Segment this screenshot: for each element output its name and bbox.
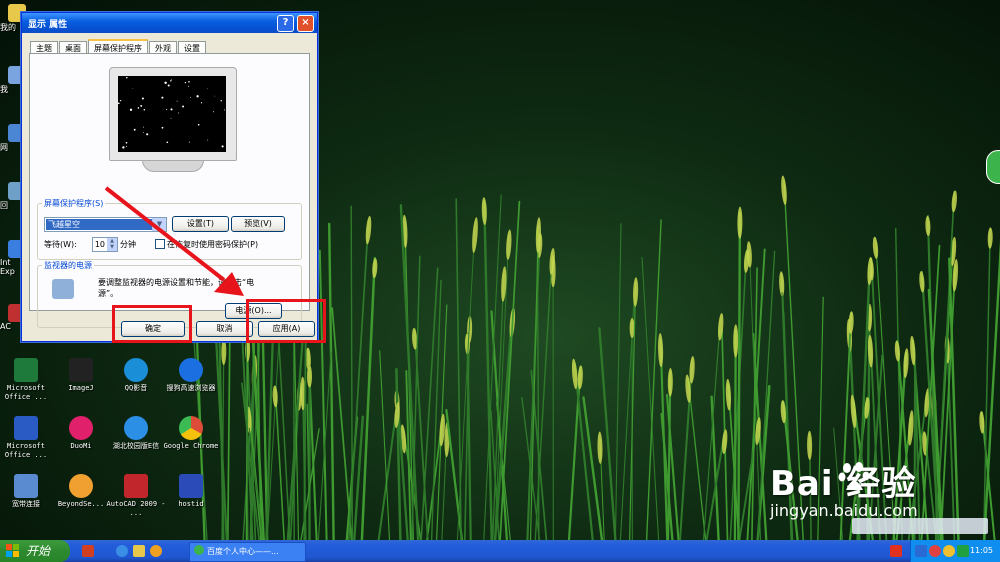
title-bar[interactable]: 显示 属性 ? × bbox=[22, 13, 317, 33]
desktop-icon-label: Microsoft Office ... bbox=[4, 384, 48, 401]
taskbar-clock: 11:05 bbox=[969, 546, 993, 555]
cancel-button[interactable]: 取消 bbox=[196, 321, 253, 337]
campus-net-icon bbox=[124, 416, 148, 440]
wait-minutes-value: 10 bbox=[94, 240, 105, 249]
monitor-bezel bbox=[109, 67, 237, 161]
baidu-paw-icon bbox=[838, 462, 870, 490]
desktop-icon-google-chrome[interactable]: Google Chrome bbox=[161, 416, 221, 451]
tray-sogou-icon[interactable] bbox=[890, 545, 902, 557]
quicklaunch-ie-icon[interactable] bbox=[116, 545, 128, 557]
wait-label: 等待(W): bbox=[44, 240, 77, 249]
preview-button[interactable]: 预览(V) bbox=[231, 216, 285, 232]
taskbar-task-button[interactable]: 百度个人中心——... bbox=[189, 542, 306, 562]
desktop-icon-label: ImageJ bbox=[68, 384, 94, 392]
hostid-icon bbox=[179, 474, 203, 498]
baidu-jingyan-watermark: Bai 经验 jingyan.baidu.com bbox=[770, 456, 918, 520]
desktop-icon-broadband[interactable]: 宽带连接 bbox=[0, 474, 56, 509]
monitor-stand bbox=[142, 160, 204, 172]
desktop-icon-ms-office-excel[interactable]: Microsoft Office ... bbox=[0, 358, 56, 402]
tray-network-icon[interactable] bbox=[957, 545, 969, 557]
ok-button-highlight bbox=[112, 305, 192, 343]
display-properties-dialog: 显示 属性 ? × 主题 桌面 屏幕保护程序 外观 设置 屏幕保护程序(S) 飞… bbox=[21, 12, 318, 342]
desktop-icon-label: hostid bbox=[178, 500, 204, 508]
tab-strip: 主题 桌面 屏幕保护程序 外观 设置 bbox=[30, 39, 207, 56]
desktop-icon-sogou-browser[interactable]: 搜狗高速浏览器 bbox=[161, 358, 221, 393]
desktop-icon-autocad[interactable]: AutoCAD 2009 - ... bbox=[106, 474, 166, 518]
screensaver-group: 屏幕保护程序(S) 飞越星空 ▼ 设置(T) 预览(V) 等待(W): 10 ▲… bbox=[37, 198, 302, 260]
sogou-icon bbox=[179, 358, 203, 382]
password-label: 在恢复时使用密码保护(P) bbox=[167, 240, 259, 249]
close-button[interactable]: × bbox=[297, 14, 314, 32]
task-app-icon bbox=[194, 545, 204, 555]
tray-arrow-icon[interactable] bbox=[915, 545, 927, 557]
wait-minutes-spinner[interactable]: 10 ▲ ▼ bbox=[92, 237, 118, 252]
desktop-icon-label: AC bbox=[0, 322, 11, 331]
screensaver-legend: 屏幕保护程序(S) bbox=[44, 199, 104, 208]
desktop-icon-label: Microsoft Office ... bbox=[4, 442, 48, 459]
quicklaunch-folder-icon[interactable] bbox=[133, 545, 145, 557]
desktop-icon-label: BeyondSe... bbox=[57, 500, 105, 508]
chrome-icon bbox=[179, 416, 203, 440]
desktop-icon-qqyingyin[interactable]: QQ影音 bbox=[106, 358, 166, 393]
windows-logo-icon bbox=[6, 544, 19, 557]
start-label: 开始 bbox=[26, 544, 51, 558]
screensaver-selected-value: 飞越星空 bbox=[46, 219, 153, 230]
word-icon bbox=[14, 416, 38, 440]
settings-button[interactable]: 设置(T) bbox=[172, 216, 229, 232]
apply-button-highlight bbox=[246, 299, 326, 343]
desktop-icon-label: 搜狗高速浏览器 bbox=[166, 384, 216, 392]
broadband-icon bbox=[14, 474, 38, 498]
desktop-icon-label: AutoCAD 2009 - ... bbox=[106, 500, 166, 517]
autocad-icon bbox=[124, 474, 148, 498]
task-label: 百度个人中心——... bbox=[207, 547, 279, 556]
desktop-icon-label: DuoMi bbox=[70, 442, 92, 450]
dialog-title: 显示 属性 bbox=[28, 19, 68, 30]
desktop-icon-label: Int Exp bbox=[0, 258, 15, 276]
help-button[interactable]: ? bbox=[277, 14, 294, 32]
taskbar: 开始 百度个人中心——... 11:05 bbox=[0, 540, 1000, 562]
beyondsee-icon bbox=[69, 474, 93, 498]
screensaver-preview-screen bbox=[118, 76, 226, 152]
excel-icon bbox=[14, 358, 38, 382]
duomi-icon bbox=[69, 416, 93, 440]
desktop-icon-ms-office-word[interactable]: Microsoft Office ... bbox=[0, 416, 56, 460]
power-description-line2: 源”。 bbox=[98, 289, 119, 298]
desktop-icon-label: Google Chrome bbox=[163, 442, 219, 450]
system-tray: 11:05 bbox=[910, 540, 1000, 562]
desktop-icon-label: 回 bbox=[0, 201, 8, 210]
minutes-label: 分钟 bbox=[120, 240, 136, 249]
chevron-down-icon[interactable]: ▼ bbox=[152, 218, 166, 231]
desktop-icon-duomi[interactable]: DuoMi bbox=[51, 416, 111, 451]
screensaver-select[interactable]: 飞越星空 ▼ bbox=[44, 217, 167, 232]
start-button[interactable]: 开始 bbox=[0, 540, 70, 562]
floating-toolbar bbox=[852, 518, 988, 534]
power-description-line1: 要调整监视器的电源设置和节能，请单击“电 bbox=[98, 278, 255, 287]
quicklaunch-browser-icon[interactable] bbox=[150, 545, 162, 557]
tray-qq-icon[interactable] bbox=[929, 545, 941, 557]
desktop-icon-hostid[interactable]: hostid bbox=[161, 474, 221, 509]
spinner-arrows-icon[interactable]: ▲ ▼ bbox=[107, 238, 117, 251]
monitor-preview bbox=[109, 67, 237, 174]
qqyingyin-icon bbox=[124, 358, 148, 382]
desktop-icon-label: 宽带连接 bbox=[12, 500, 40, 508]
desktop-icon-label: 我的 bbox=[0, 23, 16, 32]
energy-icon bbox=[52, 279, 74, 299]
desktop-icon-label: 我 bbox=[0, 85, 8, 94]
floating-widget[interactable] bbox=[986, 150, 1000, 184]
desktop-icon-label: QQ影音 bbox=[124, 384, 148, 392]
desktop-icon-imagej[interactable]: ImageJ bbox=[51, 358, 111, 393]
password-checkbox[interactable] bbox=[155, 239, 165, 249]
desktop-icon-label: 湖北校园版E信 bbox=[112, 442, 160, 450]
monitor-power-legend: 监视器的电源 bbox=[44, 261, 92, 270]
desktop-icon-label: 网 bbox=[0, 143, 8, 152]
desktop-icon-hubei-campus[interactable]: 湖北校园版E信 bbox=[106, 416, 166, 451]
quicklaunch-app-icon[interactable] bbox=[82, 545, 94, 557]
tray-status-icon[interactable] bbox=[943, 545, 955, 557]
desktop-icon-beyondsee[interactable]: BeyondSe... bbox=[51, 474, 111, 509]
imagej-icon bbox=[69, 358, 93, 382]
screensaver-tab-panel: 屏幕保护程序(S) 飞越星空 ▼ 设置(T) 预览(V) 等待(W): 10 ▲… bbox=[29, 53, 310, 328]
